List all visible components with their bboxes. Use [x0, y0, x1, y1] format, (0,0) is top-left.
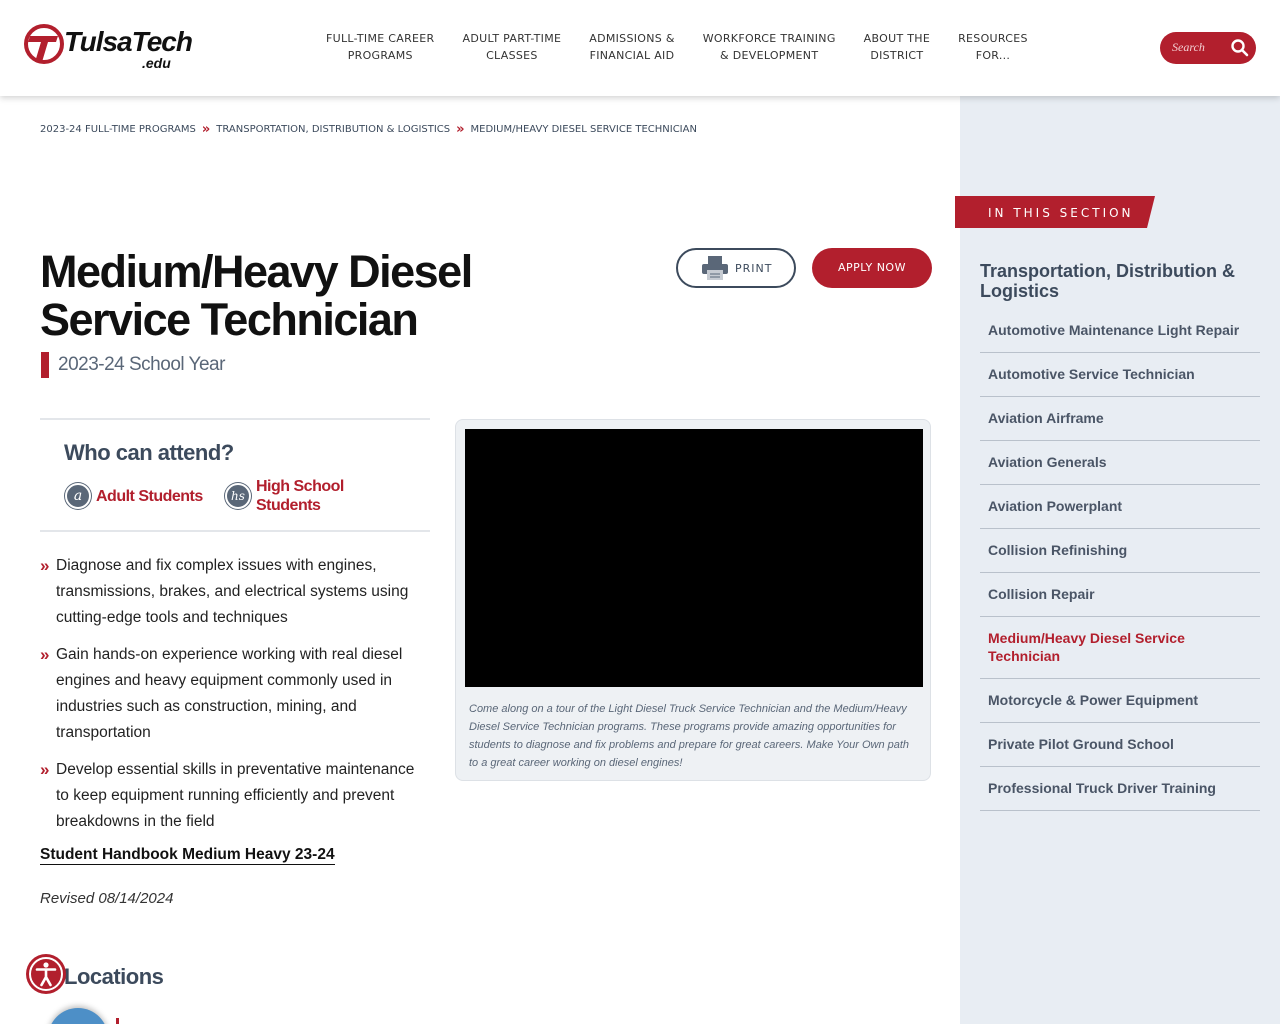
- double-chevron-right-icon: »: [40, 760, 50, 779]
- nav-label-line1: RESOURCES: [958, 32, 1028, 45]
- tulsatech-logo-icon: [24, 24, 64, 64]
- list-item: » Develop essential skills in preventativ…: [40, 757, 420, 835]
- sidebar-item-private-pilot-ground-school[interactable]: Private Pilot Ground School: [980, 723, 1260, 767]
- breadcrumb: 2023-24 FULL-TIME PROGRAMS » TRANSPORTAT…: [40, 122, 697, 137]
- video-caption: Come along on a tour of the Light Diesel…: [469, 703, 910, 769]
- printer-icon: [702, 256, 728, 280]
- print-button[interactable]: PRINT: [676, 248, 796, 288]
- locations-heading: Locations: [64, 964, 164, 989]
- year-accent-bar: [41, 352, 49, 378]
- double-chevron-right-icon: »: [40, 645, 50, 664]
- nav-label-line2: FOR...: [975, 49, 1011, 62]
- video-player[interactable]: [465, 429, 923, 687]
- sidebar-item-professional-truck-driver[interactable]: Professional Truck Driver Training: [980, 767, 1260, 811]
- high-school-students-label[interactable]: High School Students: [256, 477, 344, 515]
- accessibility-icon: [29, 957, 63, 991]
- revised-date: Revised 08/14/2024: [40, 890, 174, 907]
- section-sidebar: IN THIS SECTION Transportation, Distribu…: [955, 96, 1280, 1024]
- list-item-text: Develop essential skills in preventative…: [56, 761, 415, 830]
- double-chevron-right-icon: »: [456, 122, 465, 137]
- in-this-section-tab: IN THIS SECTION: [955, 196, 1155, 228]
- sidebar-item-aviation-generals[interactable]: Aviation Generals: [980, 441, 1260, 485]
- nav-label-line1: ABOUT THE: [863, 32, 931, 45]
- high-school-students-icon: hs: [225, 483, 251, 509]
- nav-resources-for[interactable]: RESOURCES FOR...: [958, 30, 1028, 64]
- search-box: [1160, 32, 1256, 64]
- sidebar-item-aviation-powerplant[interactable]: Aviation Powerplant: [980, 485, 1260, 529]
- page-title-line1: Medium/Heavy Diesel: [40, 246, 473, 297]
- double-chevron-right-icon: »: [201, 122, 211, 137]
- sidebar-nav-list: Automotive Maintenance Light Repair Auto…: [980, 309, 1260, 811]
- nav-label-line2: & DEVELOPMENT: [720, 49, 819, 62]
- nav-label-line2: FINANCIAL AID: [589, 49, 675, 62]
- nav-label-line1: ADULT PART-TIME: [462, 32, 562, 45]
- apply-now-label: APPLY NOW: [838, 261, 906, 274]
- list-item: » Gain hands-on experience working with r…: [40, 642, 420, 746]
- school-year: 2023-24 School Year: [58, 354, 225, 375]
- in-this-section-label: IN THIS SECTION: [988, 206, 1134, 220]
- sidebar-item-automotive-service-technician[interactable]: Automotive Service Technician: [980, 353, 1260, 397]
- logo-text: TulsaTech: [64, 26, 193, 57]
- print-label: PRINT: [735, 262, 773, 275]
- who-can-attend-panel: Who can attend? a Adult Students hs High…: [40, 418, 430, 532]
- adult-students-icon: a: [65, 483, 91, 509]
- adult-students-label[interactable]: Adult Students: [96, 487, 203, 506]
- sidebar-item-automotive-maintenance[interactable]: Automotive Maintenance Light Repair: [980, 309, 1260, 353]
- video-card: Come along on a tour of the Light Diesel…: [455, 419, 931, 781]
- logo-suffix: .edu: [142, 55, 171, 71]
- nav-label-line2: DISTRICT: [870, 49, 924, 62]
- campus-globe-image: [48, 1008, 108, 1024]
- apply-now-button[interactable]: APPLY NOW: [812, 248, 932, 288]
- sidebar-item-aviation-airframe[interactable]: Aviation Airframe: [980, 397, 1260, 441]
- breadcrumb-item[interactable]: 2023-24 FULL-TIME PROGRAMS: [40, 124, 196, 135]
- location-marker: [116, 1018, 119, 1024]
- sidebar-item-collision-refinishing[interactable]: Collision Refinishing: [980, 529, 1260, 573]
- nav-label-line1: FULL-TIME CAREER: [326, 32, 435, 45]
- sidebar-item-motorcycle-power-equipment[interactable]: Motorcycle & Power Equipment: [980, 679, 1260, 723]
- tulsatech-logo[interactable]: TulsaTech .edu: [24, 24, 193, 74]
- list-item-text: Gain hands-on experience working with re…: [56, 646, 403, 741]
- page-title: Medium/Heavy Diesel Service Technician: [40, 248, 600, 344]
- double-chevron-right-icon: »: [40, 556, 50, 575]
- nav-admissions-financial-aid[interactable]: ADMISSIONS & FINANCIAL AID: [589, 30, 674, 64]
- site-header: TulsaTech .edu FULL-TIME CAREER PROGRAMS…: [0, 0, 1280, 96]
- program-highlights-list: » Diagnose and fix complex issues with en…: [40, 553, 420, 846]
- nav-workforce-training[interactable]: WORKFORCE TRAINING & DEVELOPMENT: [703, 30, 836, 64]
- sidebar-item-collision-repair[interactable]: Collision Repair: [980, 573, 1260, 617]
- main-nav: FULL-TIME CAREER PROGRAMS ADULT PART-TIM…: [312, 30, 1042, 64]
- nav-label-line1: ADMISSIONS &: [589, 32, 675, 45]
- nav-adult-part-time-classes[interactable]: ADULT PART-TIME CLASSES: [463, 30, 562, 64]
- list-item-text: Diagnose and fix complex issues with eng…: [56, 557, 409, 626]
- accessibility-button[interactable]: [26, 954, 66, 994]
- high-school-label-line2: Students: [256, 497, 321, 514]
- breadcrumb-item[interactable]: TRANSPORTATION, DISTRIBUTION & LOGISTICS: [216, 124, 450, 135]
- list-item: » Diagnose and fix complex issues with en…: [40, 553, 420, 631]
- student-handbook-link[interactable]: Student Handbook Medium Heavy 23-24: [40, 846, 335, 865]
- sidebar-title[interactable]: Transportation, Distribution & Logistics: [980, 261, 1260, 301]
- who-can-attend-heading: Who can attend?: [64, 440, 234, 465]
- nav-label-line2: PROGRAMS: [347, 49, 413, 62]
- page-title-line2: Service Technician: [40, 294, 419, 345]
- nav-label-line2: CLASSES: [486, 49, 538, 62]
- nav-label-line1: WORKFORCE TRAINING: [702, 32, 836, 45]
- high-school-label-line1: High School: [256, 478, 344, 495]
- sidebar-item-medium-heavy-diesel-active[interactable]: Medium/Heavy Diesel Service Technician: [980, 617, 1260, 679]
- search-input[interactable]: [1172, 40, 1232, 55]
- nav-about-the-district[interactable]: ABOUT THE DISTRICT: [864, 30, 930, 64]
- search-icon[interactable]: [1230, 38, 1250, 58]
- nav-full-time-career-programs[interactable]: FULL-TIME CAREER PROGRAMS: [326, 30, 435, 64]
- breadcrumb-item-current[interactable]: MEDIUM/HEAVY DIESEL SERVICE TECHNICIAN: [471, 124, 697, 135]
